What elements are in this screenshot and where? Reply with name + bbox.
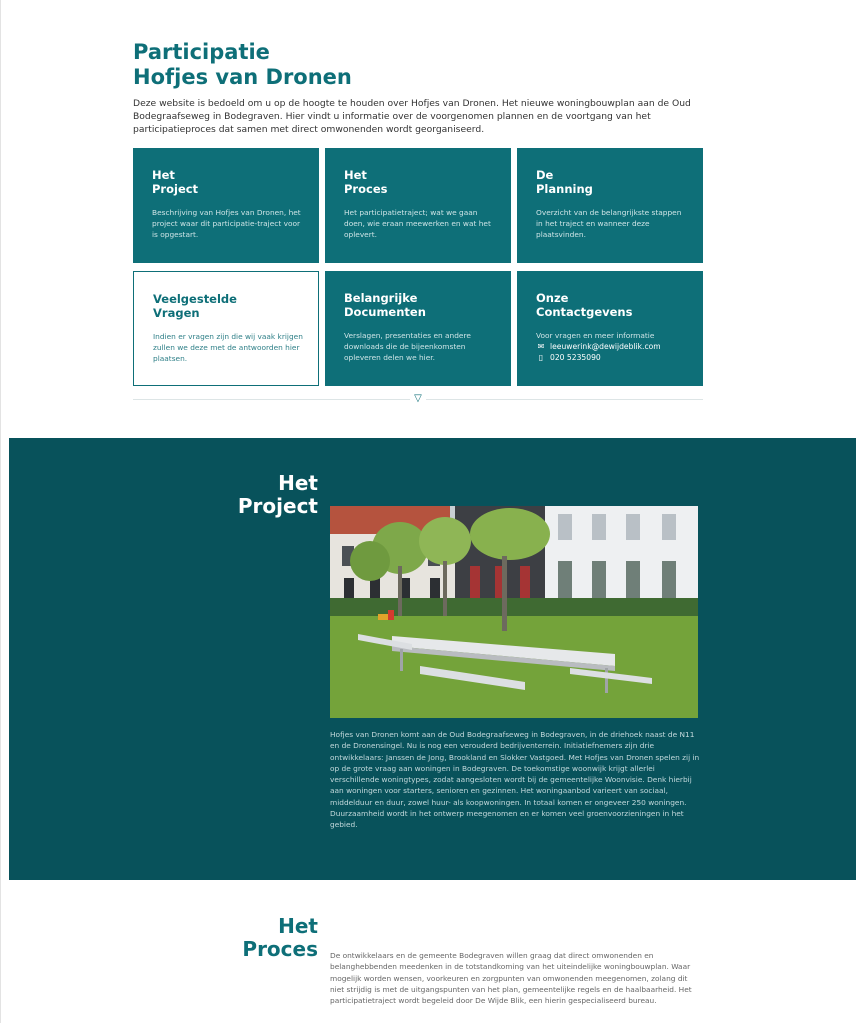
tile-het-proces[interactable]: Het Proces Het participatietraject; wat …	[325, 148, 511, 263]
page-title-line1: Participatie	[133, 40, 270, 64]
section-title-line2: Project	[237, 494, 318, 518]
tile-title-line2: Vragen	[153, 306, 200, 320]
intro: Participatie Hofjes van Dronen Deze webs…	[133, 40, 703, 136]
tile-description: Het participatietraject; wat we gaan doe…	[344, 208, 491, 239]
tile-title-line1: Belangrijke	[344, 291, 418, 305]
tile-title-line1: Veelgestelde	[153, 292, 237, 306]
proces-text: De ontwikkelaars en de gemeente Bodegrav…	[330, 951, 692, 1006]
tile-title-line1: Het	[152, 168, 175, 182]
tile-description: Overzicht van de belangrijkste stappen i…	[536, 208, 682, 239]
project-text: Hofjes van Dronen komt aan de Oud Bodegr…	[330, 730, 700, 830]
contact-email[interactable]: ✉ leeuwerink@dewijdeblik.com	[536, 341, 688, 352]
tile-title-line2: Contactgevens	[536, 305, 633, 319]
section-title-line1: Het	[278, 471, 318, 495]
page-title-line2: Hofjes van Dronen	[133, 65, 352, 89]
tile-title-line2: Proces	[344, 182, 388, 196]
tile-het-project[interactable]: Het Project Beschrijving van Hofjes van …	[133, 148, 319, 263]
tile-description: Indien er vragen zijn die wij vaak krijg…	[153, 332, 303, 363]
chevron-down-icon[interactable]: ▽	[410, 392, 426, 406]
phone-icon: ▯	[538, 353, 544, 362]
tile-title-line2: Documenten	[344, 305, 426, 319]
tile-title-line2: Planning	[536, 182, 593, 196]
tile-belangrijke-documenten[interactable]: Belangrijke Documenten Verslagen, presen…	[325, 271, 511, 386]
tile-description: Verslagen, presentaties en andere downlo…	[344, 331, 471, 362]
tile-contactgevens[interactable]: Onze Contactgevens Voor vragen en meer i…	[517, 271, 703, 386]
section-title: Het Proces	[109, 915, 318, 961]
section-title-line2: Proces	[242, 937, 318, 961]
tile-description: Voor vragen en meer informatie	[536, 331, 655, 340]
section-het-project: Het Project Hofjes van Dronen komt aan d…	[9, 438, 856, 880]
tile-de-planning[interactable]: De Planning Overzicht van de belangrijks…	[517, 148, 703, 263]
tile-title-line1: De	[536, 168, 554, 182]
contact-phone-text: 020 5235090	[550, 353, 601, 362]
page: Participatie Hofjes van Dronen Deze webs…	[0, 0, 856, 1023]
contact-email-text: leeuwerink@dewijdeblik.com	[550, 342, 661, 351]
tile-title-line1: Het	[344, 168, 367, 182]
tile-title-line2: Project	[152, 182, 199, 196]
mail-icon: ✉	[537, 342, 545, 351]
section-het-proces: Het Proces De ontwikkelaars en de gemeen…	[9, 880, 856, 1023]
section-title-line1: Het	[278, 914, 318, 938]
page-title: Participatie Hofjes van Dronen	[133, 40, 703, 90]
project-photo	[330, 506, 698, 718]
tile-description: Beschrijving van Hofjes van Dronen, het …	[152, 208, 301, 239]
navigation-tiles: Het Project Beschrijving van Hofjes van …	[133, 148, 703, 386]
section-title: Het Project	[109, 472, 318, 518]
intro-text: Deze website is bedoeld om u op de hoogt…	[133, 98, 691, 135]
tile-veelgestelde-vragen[interactable]: Veelgestelde Vragen Indien er vragen zij…	[133, 271, 319, 386]
tile-title-line1: Onze	[536, 291, 569, 305]
contact-phone[interactable]: ▯ 020 5235090	[536, 352, 688, 363]
